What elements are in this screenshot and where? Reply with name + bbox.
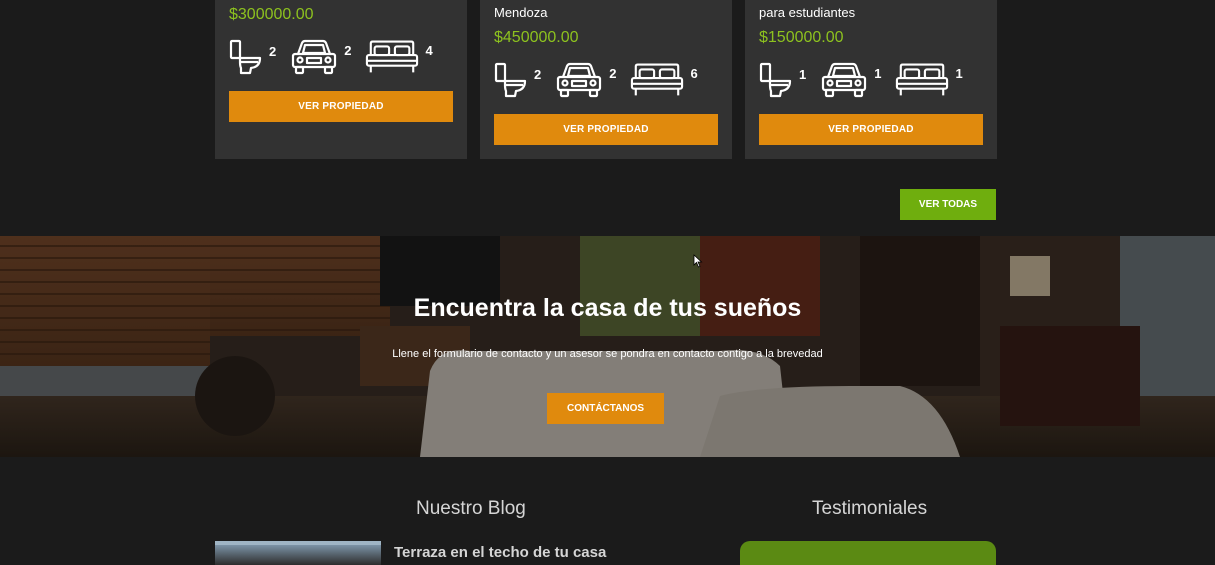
contact-button[interactable]: CONTÁCTANOS [547, 393, 664, 424]
bed-icon [630, 61, 684, 99]
bath-count: 2 [269, 44, 277, 59]
bath-amenity: 2 [494, 62, 541, 98]
hero-title: Encuentra la casa de tus sueños [413, 294, 802, 322]
bath-amenity: 2 [229, 39, 276, 75]
property-card: $300000.00 2 2 4 VER PROPIEDAD [215, 0, 467, 159]
blog-title: Nuestro Blog [416, 498, 526, 519]
blog-post-image[interactable] [215, 541, 381, 565]
parking-amenity: 2 [555, 61, 616, 99]
amenities: 1 1 1 [759, 61, 977, 99]
property-card: para estudiantes $150000.00 1 1 1 VER PR… [745, 0, 997, 159]
bed-icon [365, 38, 419, 76]
parking-count: 1 [874, 66, 882, 81]
view-property-button[interactable]: VER PROPIEDAD [494, 114, 718, 145]
car-icon [820, 61, 868, 99]
toilet-icon [494, 62, 528, 98]
hero-text: Llene el formulario de contacto y un ase… [392, 348, 823, 360]
mouse-cursor-icon [693, 254, 703, 268]
testimonial-card [740, 541, 996, 565]
parking-amenity: 1 [820, 61, 881, 99]
parking-count: 2 [609, 66, 617, 81]
see-all-button[interactable]: VER TODAS [900, 189, 996, 220]
bath-amenity: 1 [759, 62, 806, 98]
card-subtitle: para estudiantes [759, 5, 856, 20]
amenities: 2 2 6 [494, 61, 712, 99]
bedroom-amenity: 1 [895, 61, 963, 99]
view-property-button[interactable]: VER PROPIEDAD [759, 114, 983, 145]
bedroom-amenity: 4 [365, 38, 433, 76]
bedroom-count: 1 [955, 66, 963, 81]
testimonials-title: Testimoniales [812, 498, 928, 519]
parking-count: 2 [344, 43, 352, 58]
bath-count: 2 [534, 67, 542, 82]
property-card: Mendoza $450000.00 2 2 6 VER PROPIEDAD [480, 0, 732, 159]
card-price: $150000.00 [759, 29, 844, 46]
bedroom-count: 4 [425, 43, 433, 58]
card-price: $450000.00 [494, 29, 579, 46]
blog-post-title[interactable]: Terraza en el techo de tu casa [394, 544, 606, 561]
bed-icon [895, 61, 949, 99]
card-price: $300000.00 [229, 6, 314, 23]
toilet-icon [229, 39, 263, 75]
card-subtitle: Mendoza [494, 5, 548, 20]
contact-hero: Encuentra la casa de tus sueños Llene el… [0, 236, 1215, 457]
amenities: 2 2 4 [229, 38, 447, 76]
parking-amenity: 2 [290, 38, 351, 76]
bath-count: 1 [799, 67, 807, 82]
bedroom-amenity: 6 [630, 61, 698, 99]
car-icon [555, 61, 603, 99]
bedroom-count: 6 [690, 66, 698, 81]
toilet-icon [759, 62, 793, 98]
view-property-button[interactable]: VER PROPIEDAD [229, 91, 453, 122]
car-icon [290, 38, 338, 76]
